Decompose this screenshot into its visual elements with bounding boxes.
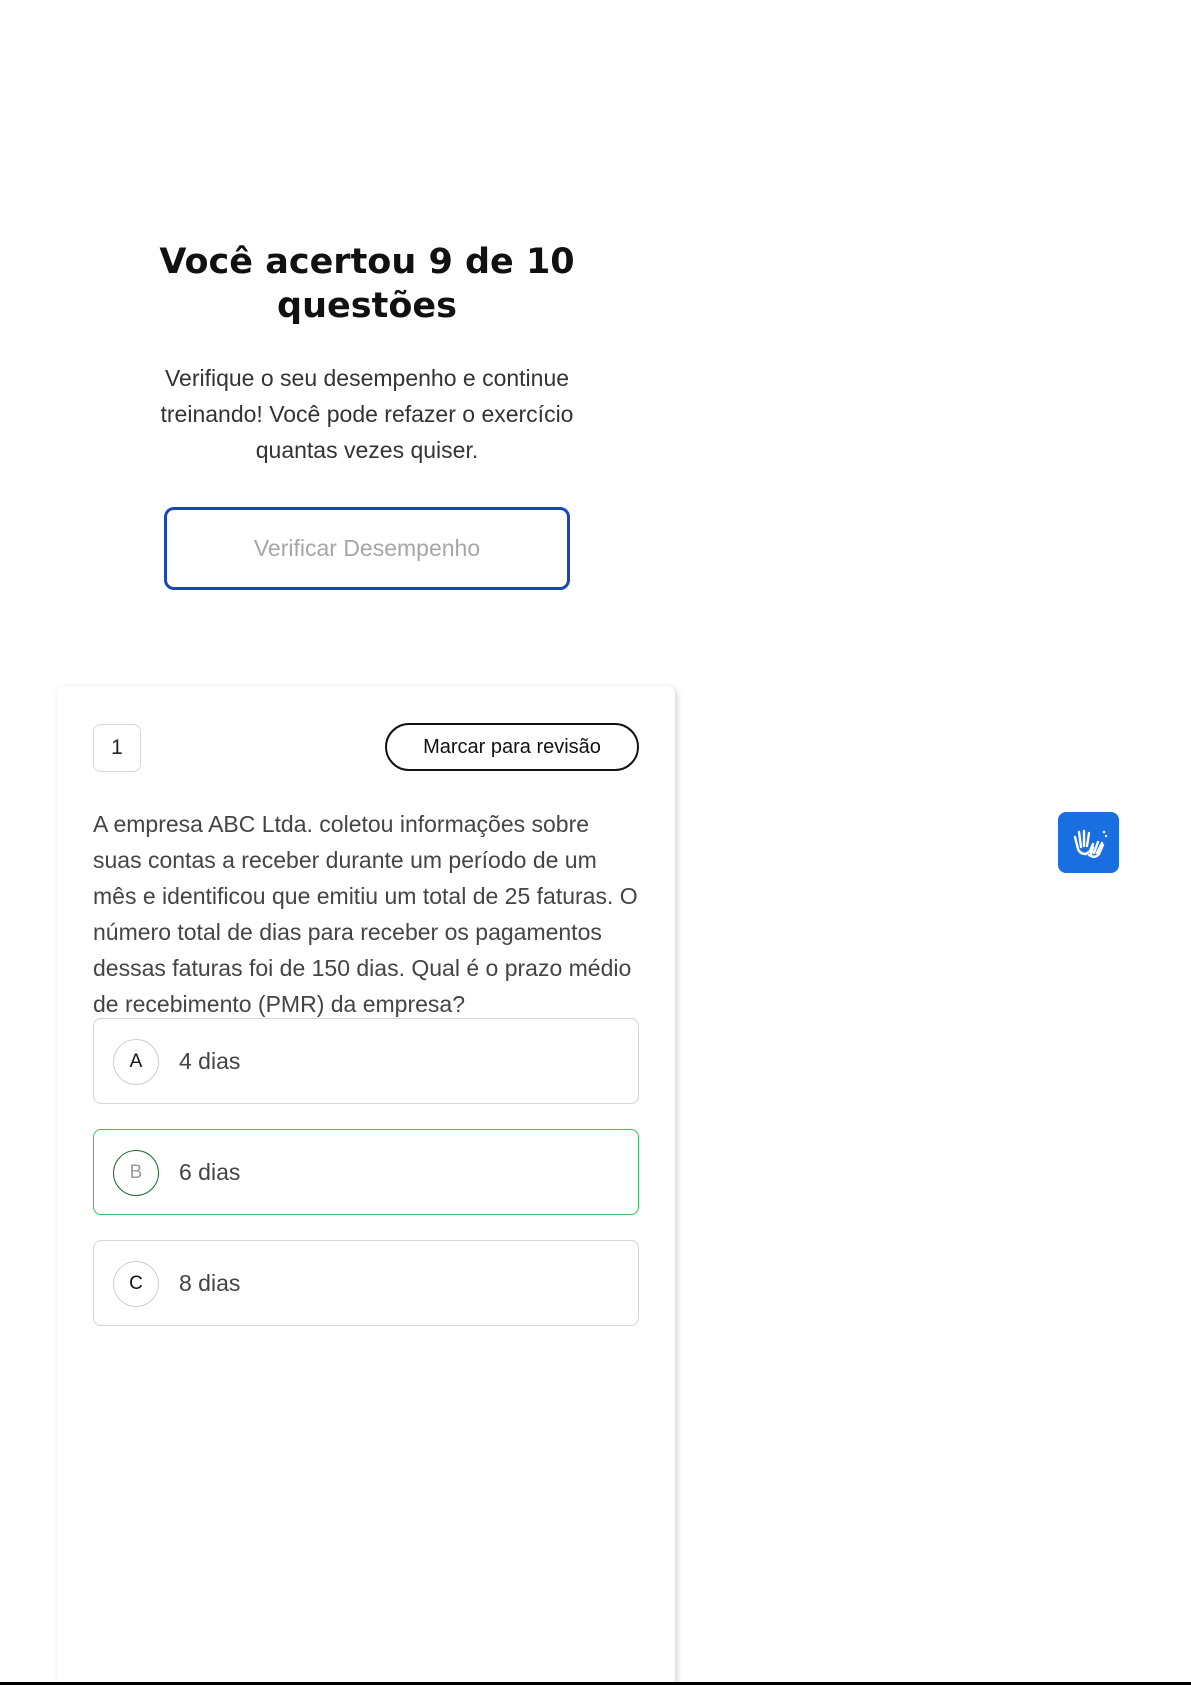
result-title: Você acertou 9 de 10 questões (159, 242, 575, 326)
option-text: 8 dias (179, 1269, 241, 1296)
option-letter: A (113, 1039, 159, 1085)
result-summary: Você acertou 9 de 10 questões Verifique … (80, 240, 654, 590)
option-c[interactable]: C 8 dias (93, 1240, 639, 1326)
option-b[interactable]: B 6 dias (93, 1129, 639, 1215)
page: Você acertou 9 de 10 questões Verifique … (0, 0, 1191, 1685)
option-text: 6 dias (179, 1158, 241, 1185)
mark-for-review-button[interactable]: Marcar para revisão (385, 723, 639, 771)
check-performance-button[interactable]: Verificar Desempenho (164, 507, 570, 590)
option-a[interactable]: A 4 dias (93, 1018, 639, 1104)
accessibility-libras-button[interactable] (1058, 812, 1119, 873)
option-letter: B (113, 1150, 159, 1196)
option-letter: C (113, 1261, 159, 1307)
question-card: 1 Marcar para revisão A empresa ABC Ltda… (57, 686, 675, 1685)
result-subtitle: Verifique o seu desempenho e continue tr… (160, 365, 574, 463)
question-text: A empresa ABC Ltda. coletou informações … (93, 811, 638, 1017)
option-text: 4 dias (179, 1047, 241, 1074)
sign-language-hands-icon (1073, 829, 1107, 858)
question-number: 1 (93, 724, 141, 772)
